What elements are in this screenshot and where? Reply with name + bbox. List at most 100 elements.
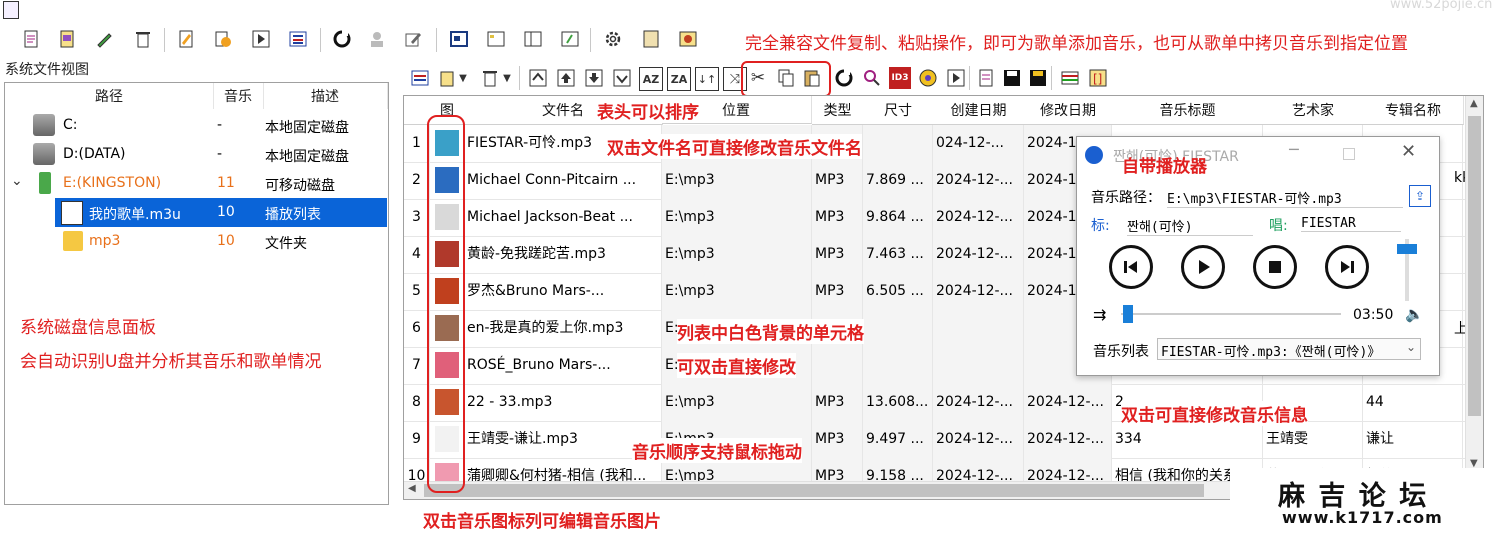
chevron-down-icon[interactable]: ▼ bbox=[457, 67, 469, 89]
scroll-thumb[interactable] bbox=[1468, 116, 1481, 416]
col-header-path[interactable]: 路径 bbox=[5, 83, 214, 109]
table-row[interactable]: 9王靖雯-谦让.mp3E:\mp3MP39.497 ...2024-12-...… bbox=[404, 421, 1483, 459]
size-cell[interactable] bbox=[863, 125, 933, 162]
filename-cell[interactable]: 罗杰&Bruno Mars-... bbox=[464, 273, 662, 310]
move-up-icon[interactable] bbox=[555, 67, 577, 89]
sort-za-icon[interactable]: ZA bbox=[667, 67, 691, 91]
speaker-icon[interactable]: 🔈 bbox=[1405, 305, 1424, 323]
delete-icon[interactable] bbox=[132, 28, 154, 50]
copy-icon[interactable] bbox=[775, 67, 797, 89]
save-icon[interactable] bbox=[1001, 67, 1023, 89]
progress-thumb[interactable] bbox=[1122, 305, 1133, 323]
filename-cell[interactable]: Michael Conn-Pitcairn ... bbox=[464, 162, 662, 199]
tag-edit-icon[interactable] bbox=[402, 28, 424, 50]
cut-icon[interactable]: ✂ bbox=[747, 67, 769, 89]
vertical-scrollbar[interactable]: ▲ ▼ bbox=[1465, 96, 1483, 481]
window-icon[interactable] bbox=[448, 28, 470, 50]
title-field[interactable]: 짠해(可怜) bbox=[1127, 216, 1253, 236]
type-cell[interactable]: MP3 bbox=[812, 421, 863, 458]
size-cell[interactable] bbox=[863, 310, 933, 347]
artist-cell[interactable]: 王靖雯 bbox=[1263, 421, 1363, 458]
singer-field[interactable]: FIESTAR bbox=[1301, 216, 1401, 232]
play-button[interactable] bbox=[1181, 245, 1225, 289]
notes-icon[interactable] bbox=[640, 28, 662, 50]
size-cell[interactable]: 7.869 ... bbox=[863, 162, 933, 199]
size-cell[interactable]: 9.497 ... bbox=[863, 421, 933, 458]
music-list-select[interactable]: FIESTAR-可怜.mp3:《짠해(可怜)》 ⌄ bbox=[1157, 338, 1421, 360]
settings-icon[interactable] bbox=[602, 28, 624, 50]
created-cell[interactable]: 2024-12-... bbox=[933, 162, 1024, 199]
filename-cell[interactable]: 黄龄-免我蹉跎苦.mp3 bbox=[464, 236, 662, 273]
table-row[interactable]: 8 22 - 33.mp3 E:\mp3 MP3 13.608... 2024-12-..… bbox=[404, 384, 1483, 422]
volume-slider[interactable] bbox=[1397, 239, 1417, 301]
modified-cell[interactable]: 2024-12-... bbox=[1024, 384, 1112, 421]
col-header-type[interactable]: 类型 bbox=[812, 96, 864, 125]
move-top-icon[interactable] bbox=[527, 67, 549, 89]
filename-cell[interactable]: 22 - 33.mp3 bbox=[464, 384, 662, 421]
scroll-left-icon[interactable]: ◀ bbox=[408, 483, 416, 494]
volume-thumb[interactable] bbox=[1397, 243, 1417, 254]
size-cell[interactable] bbox=[863, 347, 933, 384]
reload-icon[interactable] bbox=[833, 67, 855, 89]
image-icon[interactable] bbox=[677, 28, 699, 50]
save-as-icon[interactable] bbox=[1027, 67, 1049, 89]
edit-icon[interactable] bbox=[94, 28, 116, 50]
cd-icon[interactable] bbox=[917, 67, 939, 89]
next-button[interactable] bbox=[1325, 245, 1369, 289]
play-icon[interactable] bbox=[945, 67, 967, 89]
type-cell[interactable]: MP3 bbox=[812, 273, 863, 310]
locate-file-icon[interactable]: ⇪ bbox=[1409, 185, 1431, 207]
tree-row-c[interactable]: C: - 本地固定磁盘 bbox=[5, 111, 388, 140]
repeat-icon[interactable]: ⇉ bbox=[1093, 305, 1106, 324]
created-cell[interactable] bbox=[933, 347, 1024, 384]
tree-row-d[interactable]: D:(DATA) - 本地固定磁盘 bbox=[5, 140, 388, 169]
location-cell[interactable]: E:\mp3 bbox=[662, 273, 812, 310]
size-cell[interactable]: 9.864 ... bbox=[863, 199, 933, 236]
modified-cell[interactable]: 2024-12-... bbox=[1024, 421, 1112, 458]
location-cell[interactable]: E:\mp3 bbox=[662, 384, 812, 421]
columns-icon[interactable] bbox=[1059, 67, 1081, 89]
created-cell[interactable]: 2024-12-... bbox=[933, 384, 1024, 421]
tree-row-e[interactable]: ⌄ E:(KINGSTON) 11 可移动磁盘 bbox=[5, 169, 388, 198]
previous-button[interactable] bbox=[1109, 245, 1153, 289]
trash-icon[interactable] bbox=[479, 67, 501, 89]
user-icon[interactable] bbox=[366, 28, 388, 50]
created-cell[interactable]: 2024-12-... bbox=[933, 236, 1024, 273]
move-down-icon[interactable] bbox=[583, 67, 605, 89]
refresh-icon[interactable] bbox=[331, 28, 353, 50]
filename-cell[interactable]: Michael Jackson-Beat ... bbox=[464, 199, 662, 236]
stop-button[interactable] bbox=[1253, 245, 1297, 289]
chevron-down-icon[interactable]: ⌄ bbox=[11, 173, 23, 189]
maximize-icon[interactable] bbox=[1343, 148, 1355, 160]
type-cell[interactable]: MP3 bbox=[812, 384, 863, 421]
layout-icon[interactable] bbox=[485, 28, 507, 50]
list-icon[interactable] bbox=[287, 28, 309, 50]
filename-cell[interactable]: ROSÉ_Bruno Mars-... bbox=[464, 347, 662, 384]
chevron-down-icon[interactable]: ▼ bbox=[501, 67, 513, 89]
location-cell[interactable]: E:\mp3 bbox=[662, 162, 812, 199]
id3-icon[interactable]: ID3 bbox=[889, 67, 911, 89]
script-icon[interactable] bbox=[559, 28, 581, 50]
play-icon[interactable] bbox=[250, 28, 272, 50]
minimize-icon[interactable]: ─ bbox=[1289, 140, 1299, 159]
filename-cell[interactable]: en-我是真的爱上你.mp3 bbox=[464, 310, 662, 347]
col-header-album[interactable]: 专辑名称 bbox=[1363, 96, 1464, 125]
add-files-icon[interactable] bbox=[437, 67, 459, 89]
created-cell[interactable]: 2024-12-... bbox=[933, 273, 1024, 310]
location-cell[interactable]: E:\mp3 bbox=[662, 236, 812, 273]
view-list-icon[interactable] bbox=[409, 67, 431, 89]
type-cell[interactable]: MP3 bbox=[812, 236, 863, 273]
album-cell[interactable]: 谦让 bbox=[1363, 421, 1463, 458]
album-cell[interactable]: 44 bbox=[1363, 384, 1463, 421]
title-cell[interactable]: 334 bbox=[1112, 421, 1263, 458]
scroll-up-icon[interactable]: ▲ bbox=[1470, 98, 1478, 109]
col-header-title[interactable]: 音乐标题 bbox=[1112, 96, 1264, 125]
tree-row-mp3[interactable]: mp3 10 文件夹 bbox=[5, 227, 388, 256]
open-playlist-icon[interactable] bbox=[56, 28, 78, 50]
sort-az-icon[interactable]: AZ bbox=[639, 67, 663, 91]
sort-desc-icon[interactable]: ↓↑ bbox=[695, 67, 719, 91]
created-cell[interactable]: 024-12-... bbox=[933, 125, 1024, 162]
new-playlist-icon[interactable] bbox=[20, 28, 42, 50]
close-icon[interactable]: ✕ bbox=[1401, 141, 1416, 162]
chevron-down-icon[interactable]: ⌄ bbox=[1406, 340, 1416, 354]
